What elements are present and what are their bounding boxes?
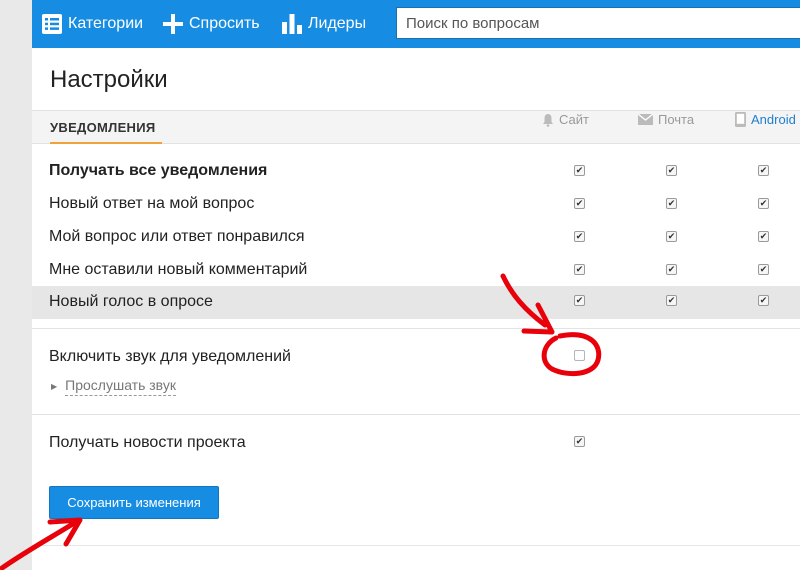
bell-icon: [543, 113, 553, 127]
column-header-android-label: Android: [751, 112, 796, 127]
checkbox-site[interactable]: [574, 165, 585, 176]
checkbox-news[interactable]: [574, 436, 585, 447]
bottom-divider: [32, 545, 800, 546]
column-header-android: Android: [735, 112, 796, 127]
notification-row: Мой вопрос или ответ понравился: [32, 221, 800, 254]
top-navigation-bar: Категории Спросить Лидеры: [32, 0, 800, 48]
column-header-mail: Почта: [638, 112, 694, 127]
checkbox-site[interactable]: [574, 295, 585, 306]
notification-label: Новый голос в опросе: [49, 293, 213, 310]
bar-chart-icon: [282, 14, 302, 34]
column-header-site: Сайт: [542, 112, 589, 127]
checkbox-android[interactable]: [758, 264, 769, 275]
notification-label: Получать все уведомления: [49, 162, 268, 179]
news-label: Получать новости проекта: [49, 434, 246, 451]
checkbox-android[interactable]: [758, 231, 769, 242]
save-button[interactable]: Сохранить изменения: [49, 486, 219, 519]
phone-icon: [735, 112, 746, 127]
page-title: Настройки: [50, 66, 168, 93]
checkbox-android[interactable]: [758, 198, 769, 209]
checkbox-mail[interactable]: [666, 165, 677, 176]
section-divider: [32, 328, 800, 329]
notification-label: Новый ответ на мой вопрос: [49, 195, 255, 212]
search-box: [396, 7, 800, 39]
checkbox-mail[interactable]: [666, 231, 677, 242]
notification-row: Новый ответ на мой вопрос: [32, 188, 800, 221]
sound-label: Включить звук для уведомлений: [49, 348, 291, 365]
checkbox-mail[interactable]: [666, 295, 677, 306]
notification-row-hovered: Новый голос в опросе: [32, 286, 800, 319]
checkbox-android[interactable]: [758, 165, 769, 176]
envelope-icon: [638, 114, 653, 125]
nav-ask[interactable]: Спросить: [163, 0, 260, 48]
checkbox-android[interactable]: [758, 295, 769, 306]
plus-icon: [163, 14, 183, 34]
listen-sound-label: Прослушать звук: [65, 377, 176, 396]
checkbox-mail[interactable]: [666, 198, 677, 209]
listen-sound-link[interactable]: ▶ Прослушать звук: [51, 377, 176, 396]
nav-categories-label: Категории: [68, 15, 144, 32]
notification-label: Мне оставили новый комментарий: [49, 261, 308, 278]
nav-leaders[interactable]: Лидеры: [282, 0, 366, 48]
notification-label: Мой вопрос или ответ понравился: [49, 228, 305, 245]
tab-notifications[interactable]: УВЕДОМЛЕНИЯ: [50, 111, 162, 144]
list-icon: [42, 14, 62, 34]
checkbox-mail[interactable]: [666, 264, 677, 275]
column-header-site-label: Сайт: [559, 112, 589, 127]
nav-leaders-label: Лидеры: [308, 15, 367, 32]
settings-panel: Настройки УВЕДОМЛЕНИЯ Сайт Почта Android…: [32, 48, 800, 570]
column-header-mail-label: Почта: [658, 112, 695, 127]
checkbox-site[interactable]: [574, 264, 585, 275]
nav-categories[interactable]: Категории: [42, 0, 143, 48]
notification-row: Мне оставили новый комментарий: [32, 254, 800, 287]
notification-row: Получать все уведомления: [32, 155, 800, 188]
checkbox-site[interactable]: [574, 198, 585, 209]
nav-ask-label: Спросить: [189, 15, 260, 32]
checkbox-site[interactable]: [574, 231, 585, 242]
section-divider: [32, 414, 800, 415]
search-input[interactable]: [397, 8, 800, 38]
triangle-right-icon: ▶: [51, 382, 58, 391]
checkbox-sound[interactable]: [574, 350, 585, 361]
